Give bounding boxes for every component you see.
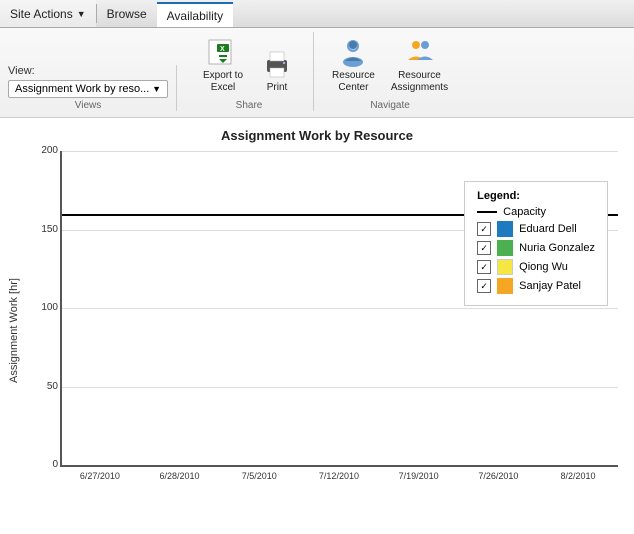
legend-color-3 <box>497 259 513 275</box>
print-icon <box>261 48 293 80</box>
y-tick-200: 200 <box>28 145 58 156</box>
site-actions-label: Site Actions <box>10 7 73 21</box>
y-tick-100: 100 <box>28 302 58 313</box>
chart-title: Assignment Work by Resource <box>8 128 626 143</box>
legend-item-4: ✓ Sanjay Patel <box>477 278 595 294</box>
legend-check-4: ✓ <box>477 279 491 293</box>
print-label: Print <box>267 82 288 94</box>
y-tick-150: 150 <box>28 224 58 235</box>
x-label-7: 8/2/2010 <box>552 471 604 481</box>
share-group-label: Share <box>236 100 263 111</box>
print-button[interactable]: Print <box>253 44 301 98</box>
legend-label-3: Qiong Wu <box>519 261 568 273</box>
ribbon-row: View: Assignment Work by reso... ▼ Views <box>8 32 626 111</box>
x-label-3: 7/5/2010 <box>233 471 285 481</box>
legend-capacity-item: Capacity <box>477 206 595 218</box>
resource-center-label: Resource Center <box>332 70 375 94</box>
chart-area: Assignment Work by Resource Assignment W… <box>0 118 634 489</box>
navigate-group-items: Resource Center Resource Assignments <box>326 32 454 98</box>
legend-capacity-label: Capacity <box>503 206 546 218</box>
legend-capacity-line <box>477 211 497 213</box>
view-section: View: Assignment Work by reso... ▼ Views <box>8 65 177 111</box>
share-group-items: X Export to Excel <box>197 32 301 98</box>
legend-color-1 <box>497 221 513 237</box>
x-axis-labels: 6/27/2010 6/28/2010 7/5/2010 7/12/2010 7… <box>60 467 618 481</box>
legend-label-2: Nuria Gonzalez <box>519 242 595 254</box>
chart-plot: 200 150 100 50 0 <box>60 151 618 467</box>
resource-assignments-icon <box>403 36 435 68</box>
y-tick-50: 50 <box>28 381 58 392</box>
ribbon: View: Assignment Work by reso... ▼ Views <box>0 28 634 118</box>
x-label-5: 7/19/2010 <box>393 471 445 481</box>
view-dropdown[interactable]: Assignment Work by reso... ▼ <box>8 80 168 98</box>
site-actions-arrow: ▼ <box>77 9 86 19</box>
view-dropdown-arrow: ▼ <box>152 84 161 94</box>
legend-item-2: ✓ Nuria Gonzalez <box>477 240 595 256</box>
resource-assignments-label: Resource Assignments <box>391 70 448 94</box>
export-excel-icon: X <box>207 36 239 68</box>
resource-center-icon <box>337 36 369 68</box>
export-excel-button[interactable]: X Export to Excel <box>197 32 249 98</box>
availability-tab[interactable]: Availability <box>157 2 233 27</box>
navigate-group: Resource Center Resource Assignments <box>314 32 466 111</box>
legend-check-1: ✓ <box>477 222 491 236</box>
x-label-2: 6/28/2010 <box>154 471 206 481</box>
legend-color-2 <box>497 240 513 256</box>
browse-tab[interactable]: Browse <box>97 0 157 27</box>
legend-label-1: Eduard Dell <box>519 223 576 235</box>
x-label-6: 7/26/2010 <box>472 471 524 481</box>
legend-color-4 <box>497 278 513 294</box>
resource-center-button[interactable]: Resource Center <box>326 32 381 98</box>
svg-text:X: X <box>220 46 225 53</box>
top-navigation: Site Actions ▼ Browse Availability <box>0 0 634 28</box>
chart-legend: Legend: Capacity ✓ Eduard Dell ✓ <box>464 181 608 306</box>
export-excel-label: Export to Excel <box>203 70 243 94</box>
y-tick-0: 0 <box>28 459 58 470</box>
resource-assignments-button[interactable]: Resource Assignments <box>385 32 454 98</box>
legend-item-1: ✓ Eduard Dell <box>477 221 595 237</box>
views-group-label: Views <box>8 100 168 111</box>
site-actions-menu[interactable]: Site Actions ▼ <box>0 0 96 27</box>
legend-label-4: Sanjay Patel <box>519 280 581 292</box>
chart-container: Assignment Work [hr] 200 150 100 50 <box>8 151 626 481</box>
y-axis-label: Assignment Work [hr] <box>8 151 28 481</box>
navigate-group-label: Navigate <box>370 100 409 111</box>
legend-item-3: ✓ Qiong Wu <box>477 259 595 275</box>
x-label-1: 6/27/2010 <box>74 471 126 481</box>
view-label: View: <box>8 65 168 77</box>
chart-inner: 200 150 100 50 0 <box>28 151 626 481</box>
legend-check-2: ✓ <box>477 241 491 255</box>
legend-title: Legend: <box>477 190 595 202</box>
share-group: X Export to Excel <box>185 32 314 111</box>
x-label-4: 7/12/2010 <box>313 471 365 481</box>
legend-check-3: ✓ <box>477 260 491 274</box>
